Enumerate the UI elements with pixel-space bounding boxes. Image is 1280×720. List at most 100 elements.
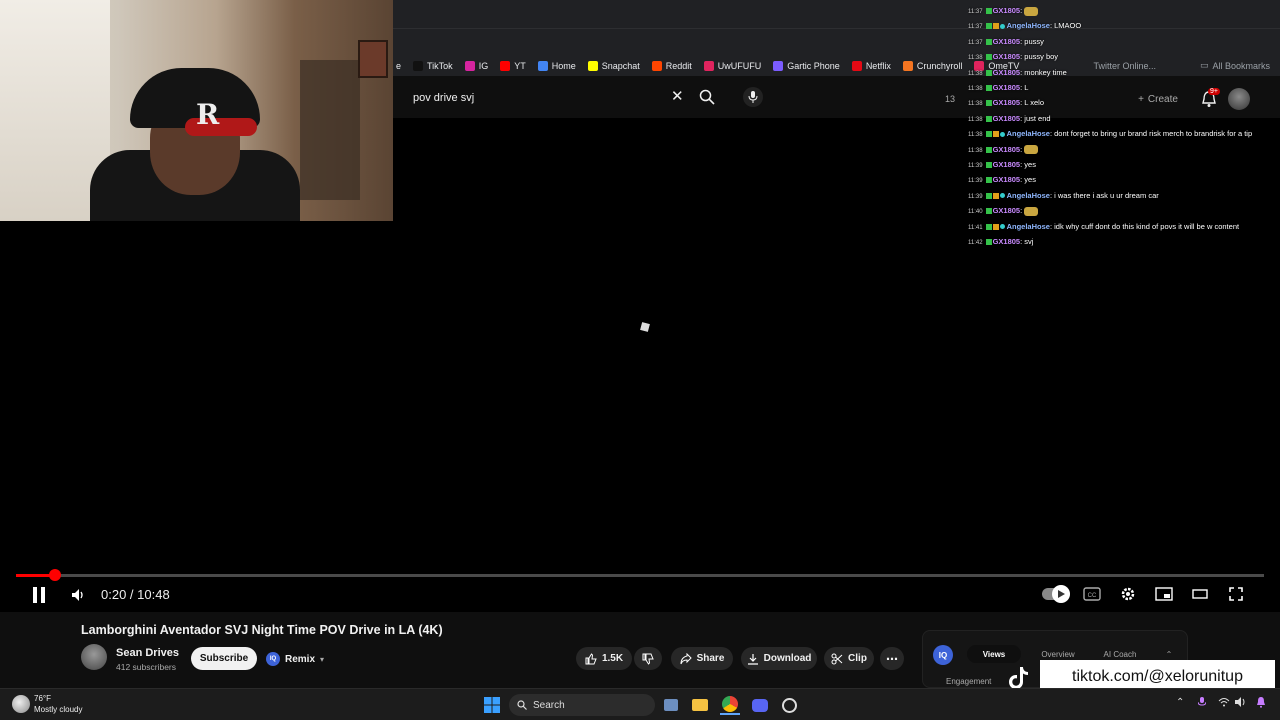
chat-username[interactable]: GX1805 — [993, 175, 1021, 184]
chat-username[interactable]: AngelaHose — [1007, 129, 1050, 138]
chat-username[interactable]: AngelaHose — [1007, 21, 1050, 30]
progress-bar[interactable] — [16, 569, 1264, 581]
obs-icon — [781, 697, 797, 713]
badge-icon — [999, 193, 1005, 199]
chat-username[interactable]: GX1805 — [993, 37, 1021, 46]
bookmark-icon — [587, 61, 598, 71]
chat-message: 11:38 GX1805: monkey time — [968, 66, 1276, 81]
chat-username[interactable]: GX1805 — [993, 6, 1021, 15]
bookmark-label: TikTok — [427, 61, 453, 71]
pause-button[interactable] — [30, 586, 48, 604]
search-icon[interactable] — [699, 89, 715, 105]
captions-icon: CC — [1083, 587, 1101, 601]
dislike-button[interactable] — [634, 647, 662, 670]
share-button[interactable]: Share — [671, 647, 733, 670]
badge-icon — [985, 208, 992, 215]
bookmark-label: Home — [551, 61, 576, 71]
start-button[interactable] — [482, 695, 502, 715]
taskbar-app-explorer[interactable] — [690, 695, 710, 715]
weather-icon[interactable] — [12, 695, 30, 713]
badge-icon — [992, 223, 999, 230]
chat-username[interactable]: GX1805 — [993, 83, 1021, 92]
chat-username[interactable]: GX1805 — [993, 68, 1021, 77]
badge-icon — [985, 162, 992, 169]
chat-username[interactable]: GX1805 — [993, 98, 1021, 107]
wifi-icon[interactable] — [1218, 697, 1230, 710]
chat-username[interactable]: GX1805 — [993, 114, 1021, 123]
taskbar-app-chrome[interactable] — [720, 695, 740, 715]
channel-avatar[interactable] — [81, 644, 107, 670]
microphone-icon[interactable] — [1197, 697, 1207, 711]
emote-icon — [1024, 145, 1039, 155]
download-button[interactable]: Download — [741, 647, 817, 670]
bookmark-crunchyroll[interactable]: Crunchyroll — [902, 61, 962, 71]
settings-button[interactable] — [1119, 585, 1137, 603]
bookmark-yt[interactable]: YT — [500, 61, 526, 71]
taskbar-app-obs[interactable] — [779, 695, 799, 715]
chat-username[interactable]: GX1805 — [993, 52, 1021, 61]
clip-button[interactable]: Clip — [824, 647, 874, 670]
chat-text: LMAOO — [1054, 21, 1082, 31]
chat-username[interactable]: AngelaHose — [1007, 191, 1050, 200]
badge-icon — [992, 131, 999, 138]
bookmark-e[interactable]: e — [396, 61, 401, 71]
taskbar-app-widgets[interactable] — [661, 695, 681, 715]
bookmark-icon — [651, 61, 662, 71]
bookmark-tiktok[interactable]: TikTok — [413, 61, 453, 71]
theater-mode-button[interactable] — [1191, 587, 1209, 601]
more-actions-button[interactable]: ⋯ — [880, 647, 904, 670]
search-input[interactable]: pov drive svj — [403, 84, 683, 112]
voice-search-button[interactable] — [743, 87, 763, 107]
badge-icon — [985, 223, 992, 230]
chat-timestamp: 11:38 — [968, 116, 983, 123]
chat-username[interactable]: GX1805 — [993, 160, 1021, 169]
bookmark-label: e — [396, 61, 402, 71]
badge-icon — [985, 23, 992, 30]
bookmark-snapchat[interactable]: Snapchat — [587, 61, 640, 71]
share-label: Share — [696, 653, 725, 664]
windows-taskbar: 76°F Mostly cloudy Search ⌃ — [0, 688, 1280, 720]
bookmark-home[interactable]: Home — [537, 61, 576, 71]
like-button[interactable]: 1.5K — [576, 647, 632, 670]
subscribe-button[interactable]: Subscribe — [191, 647, 257, 670]
volume-button[interactable] — [70, 587, 86, 603]
remix-button[interactable]: IQ Remix ▾ — [266, 649, 324, 669]
engagement-label: Engagement — [946, 677, 992, 686]
emote-icon — [1024, 6, 1039, 16]
badge-icon — [999, 224, 1005, 230]
bookmark-icon — [537, 61, 548, 71]
weather-temperature[interactable]: 76°F — [34, 694, 51, 703]
bookmark-reddit[interactable]: Reddit — [651, 61, 692, 71]
more-icon: ⋯ — [886, 651, 898, 666]
taskbar-app-discord[interactable] — [750, 695, 770, 715]
badge-icon — [985, 146, 992, 153]
fullscreen-button[interactable] — [1227, 585, 1245, 603]
notification-bell-icon[interactable] — [1256, 697, 1266, 711]
clear-search-icon[interactable]: ✕ — [671, 89, 685, 104]
taskbar-search[interactable]: Search — [509, 694, 655, 716]
badge-icon — [985, 8, 992, 15]
speaker-icon[interactable] — [1235, 697, 1247, 710]
scrubber-handle[interactable] — [48, 569, 61, 581]
chat-username[interactable]: AngelaHose — [1007, 222, 1050, 231]
bookmark-gartic-phone[interactable]: Gartic Phone — [773, 61, 840, 71]
bookmark-uwufufu[interactable]: UwUFUFU — [703, 61, 761, 71]
chat-timestamp: 11:37 — [968, 9, 983, 15]
chat-username[interactable]: GX1805 — [993, 206, 1021, 215]
chat-text: pussy — [1024, 36, 1044, 46]
weather-description[interactable]: Mostly cloudy — [34, 705, 82, 714]
subtitles-button[interactable]: CC — [1083, 586, 1101, 602]
chat-timestamp: 11:37 — [968, 39, 983, 46]
chat-username[interactable]: GX1805 — [993, 237, 1021, 246]
chat-text: i was there i ask u ur dream car — [1054, 190, 1159, 200]
channel-name[interactable]: Sean Drives — [116, 647, 179, 659]
bookmark-netflix[interactable]: Netflix — [851, 61, 891, 71]
chat-text: monkey time — [1024, 67, 1067, 77]
chevron-up-icon[interactable]: ⌃ — [1176, 697, 1184, 708]
badge-icon — [985, 192, 992, 199]
miniplayer-button[interactable] — [1155, 586, 1173, 602]
badge-icon — [985, 54, 992, 61]
bookmark-ig[interactable]: IG — [464, 61, 488, 71]
thumbs-down-icon — [642, 653, 654, 665]
chat-username[interactable]: GX1805 — [993, 145, 1021, 154]
